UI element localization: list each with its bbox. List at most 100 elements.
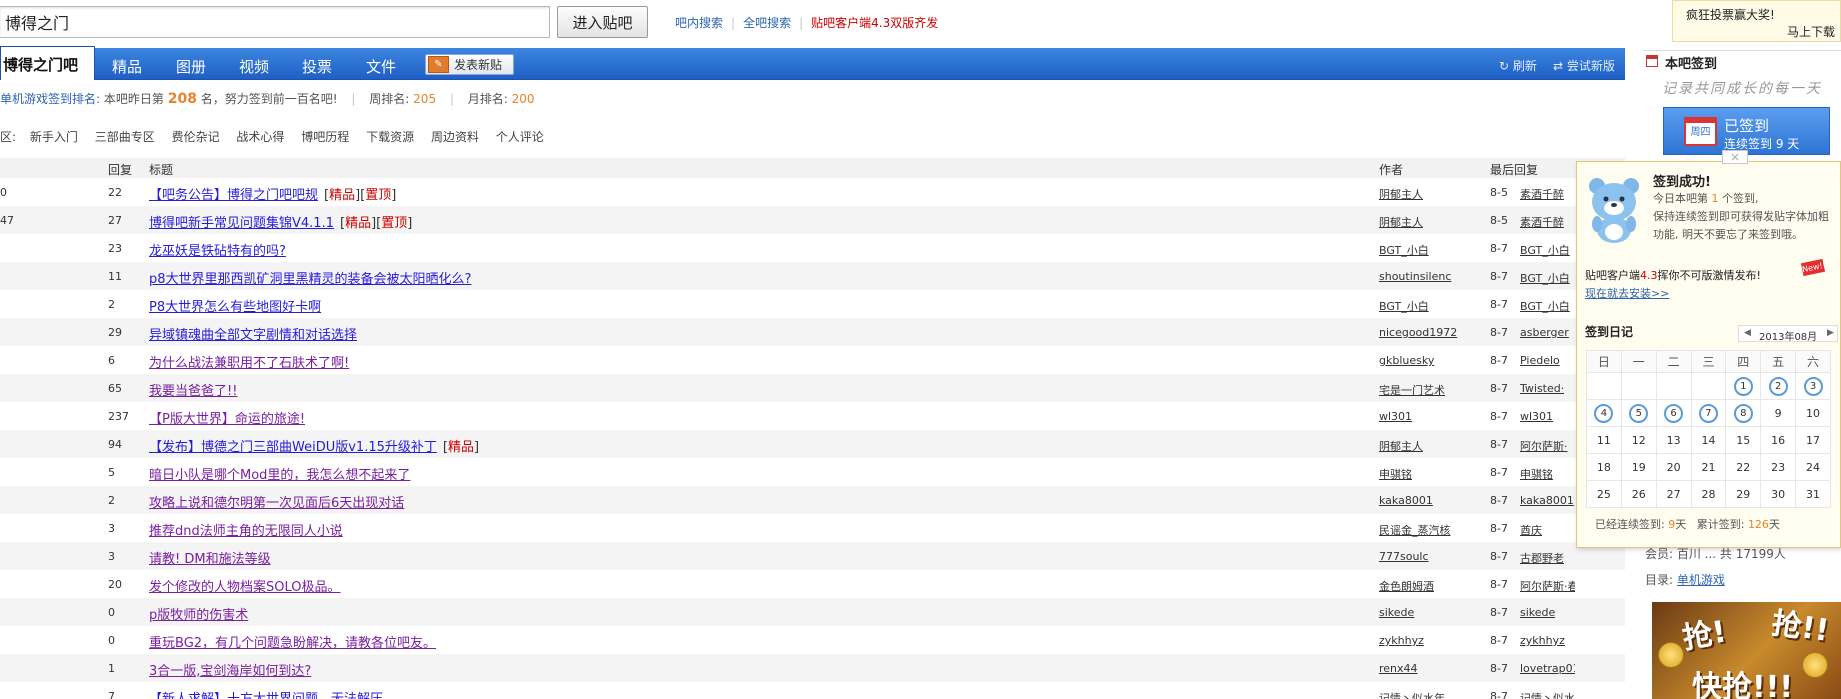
thread-title-link[interactable]: p版牧师的伤害术: [149, 608, 248, 623]
thread-tag[interactable]: 置顶: [381, 216, 407, 231]
thread-last-reply-link[interactable]: Twisted·: [1520, 382, 1564, 395]
thread-tag[interactable]: 精品: [345, 216, 371, 231]
thread-last-reply-link[interactable]: 酋庆: [1520, 522, 1542, 538]
category-line-link[interactable]: 单机游戏: [1677, 573, 1725, 587]
popup-close-button[interactable]: ×: [1722, 150, 1748, 164]
category-link[interactable]: 周边资料: [431, 130, 479, 144]
signed-day-marker: 2: [1768, 376, 1788, 396]
new-post-button[interactable]: ✎ 发表新贴: [425, 54, 514, 75]
thread-author-link[interactable]: 777soulc: [1379, 550, 1429, 563]
divider: |: [449, 92, 454, 106]
search-input[interactable]: [0, 6, 550, 38]
thread-title-link[interactable]: 【吧务公告】博得之门吧吧规: [149, 188, 318, 203]
tab-featured[interactable]: 精品: [112, 56, 142, 77]
refresh-button[interactable]: ↻ 刷新: [1499, 57, 1537, 74]
prev-month-icon[interactable]: ◀: [1744, 328, 1751, 338]
thread-author-link[interactable]: zykhhyz: [1379, 634, 1424, 647]
in-forum-search-link[interactable]: 吧内搜索: [675, 14, 723, 31]
thread-author-link[interactable]: BGT_小白: [1379, 298, 1429, 314]
thread-tag[interactable]: 置顶: [365, 188, 391, 203]
thread-last-reply-link[interactable]: kaka8001: [1520, 494, 1574, 507]
thread-last-reply-link[interactable]: 阿尔萨斯·: [1520, 438, 1568, 454]
table-row: 3 推荐dnd法师主角的无限同人小说 民谣金_蒸汽核 8-7 酋庆: [0, 514, 1625, 542]
thread-title-link[interactable]: 3合一版,宝剑海岸如何到达?: [149, 664, 311, 679]
thread-title-link[interactable]: 攻略上说和德尔明第一次见面后6天出现对话: [149, 496, 404, 511]
tab-videos[interactable]: 视频: [239, 56, 269, 77]
thread-tag[interactable]: 精品: [329, 188, 355, 203]
thread-title-link[interactable]: 暗日小队是哪个Mod里的，我怎么想不起来了: [149, 468, 410, 483]
thread-title-link[interactable]: 推荐dnd法师主角的无限同人小说: [149, 524, 343, 539]
thread-last-reply-link[interactable]: 申骐铭: [1520, 466, 1553, 482]
thread-author-link[interactable]: sikede: [1379, 606, 1414, 619]
thread-author-link[interactable]: 民谣金_蒸汽核: [1379, 522, 1451, 538]
promo-banner[interactable]: 抢! 抢!! 快抢!!!: [1652, 602, 1841, 699]
category-link[interactable]: 博吧历程: [301, 130, 349, 144]
thread-date: 8-7: [1490, 354, 1508, 367]
thread-author-link[interactable]: shoutinsilenc: [1379, 270, 1451, 283]
category-link[interactable]: 下载资源: [366, 130, 414, 144]
category-link[interactable]: 新手入门: [30, 130, 78, 144]
thread-last-reply-link[interactable]: 古郡野老: [1520, 550, 1564, 566]
client-download-link[interactable]: 贴吧客户端4.3双版齐发: [811, 14, 938, 31]
thread-last-reply-link[interactable]: 阿尔萨斯·春: [1520, 578, 1575, 594]
thread-author-link[interactable]: 宅是一门艺术: [1379, 382, 1445, 398]
signed-in-button[interactable]: 周四 已签到 连续签到 9 天: [1663, 107, 1830, 155]
all-forum-search-link[interactable]: 全吧搜索: [743, 14, 791, 31]
thread-author-link[interactable]: kaka8001: [1379, 494, 1433, 507]
thread-author-link[interactable]: 阴郁主人: [1379, 438, 1423, 454]
thread-title-link[interactable]: 重玩BG2，有几个问题急盼解决，请教各位吧友。: [149, 636, 436, 651]
thread-author-link[interactable]: wl301: [1379, 410, 1412, 423]
yesterday-rank: 208: [167, 91, 197, 107]
thread-tag[interactable]: 精品: [448, 440, 474, 455]
tab-votes[interactable]: 投票: [302, 56, 332, 77]
thread-author-link[interactable]: nicegood1972: [1379, 326, 1457, 339]
thread-title-link[interactable]: 我要当爸爸了!!: [149, 384, 237, 399]
tab-forum-home[interactable]: 博得之门吧: [0, 46, 95, 80]
thread-last-reply-link[interactable]: 素酒千醉: [1520, 214, 1564, 230]
thread-title-link[interactable]: 博得吧新手常见问题集锦V4.1.1: [149, 216, 334, 231]
thread-last-reply-link[interactable]: sikede: [1520, 606, 1555, 619]
tab-albums[interactable]: 图册: [176, 56, 206, 77]
category-link[interactable]: 费伦杂记: [172, 130, 220, 144]
thread-author-link[interactable]: 阴郁主人: [1379, 186, 1423, 202]
thread-last-reply-link[interactable]: lovetrap01: [1520, 662, 1575, 675]
thread-author-link[interactable]: BGT_小白: [1379, 242, 1429, 258]
thread-author-link[interactable]: gkbluesky: [1379, 354, 1434, 367]
thread-last-reply-link[interactable]: asberger: [1520, 326, 1569, 339]
install-now-link[interactable]: 现在就去安装>>: [1585, 285, 1669, 301]
category-link[interactable]: 战术心得: [236, 130, 284, 144]
thread-last-reply-link[interactable]: Piedelo: [1520, 354, 1560, 367]
thread-author-link[interactable]: renx44: [1379, 662, 1418, 675]
thread-title-link[interactable]: 异域镇魂曲全部文字剧情和对话选择: [149, 328, 357, 343]
thread-last-reply-link[interactable]: BGT_小白: [1520, 242, 1570, 258]
thread-title-link[interactable]: P8大世界怎么有些地图好卡啊: [149, 300, 321, 315]
thread-last-reply-link[interactable]: BGT_小白: [1520, 298, 1570, 314]
category-link[interactable]: 个人评论: [496, 130, 544, 144]
thread-last-reply-link[interactable]: 记情丶似水年: [1520, 690, 1575, 699]
category-links: 区: 新手入门 三部曲专区 费伦杂记 战术心得 博吧历程 下载资源 周边资料 个…: [0, 128, 557, 145]
thread-title-link[interactable]: p8大世界里那西凯矿洞里黑精灵的装备会被太阳晒化么?: [149, 272, 471, 287]
thread-title-link[interactable]: 发个修改的人物档案SOLO极品。: [149, 580, 341, 595]
thread-last-reply-link[interactable]: zykhhyz: [1520, 634, 1565, 647]
category-link[interactable]: 三部曲专区: [95, 130, 155, 144]
ad-download-link[interactable]: 马上下载: [1787, 23, 1835, 40]
enter-forum-button[interactable]: 进入贴吧: [557, 6, 648, 38]
top-ad-box[interactable]: 疯狂投票赢大奖! 马上下载: [1672, 0, 1841, 42]
tab-files[interactable]: 文件: [366, 56, 396, 77]
thread-title-link[interactable]: 为什么战法兼职用不了石肤术了啊!: [149, 356, 349, 371]
thread-last-reply-link[interactable]: 素酒千醉: [1520, 186, 1564, 202]
thread-title-link[interactable]: 请教! DM和施法等级: [149, 552, 271, 567]
thread-title-link[interactable]: 【P版大世界】命运的旅途!: [149, 412, 305, 427]
thread-author-link[interactable]: 金色朗姆酒: [1379, 578, 1434, 594]
thread-title-link[interactable]: 【新人求解】十方大世界问题。无法解压: [149, 692, 383, 699]
try-new-version-button[interactable]: ⇄ 尝试新版: [1553, 57, 1615, 74]
thread-last-reply-link[interactable]: wl301: [1520, 410, 1553, 423]
thread-author-link[interactable]: 记情丶似水年: [1379, 690, 1445, 699]
thread-author-link[interactable]: 申骐铭: [1379, 466, 1412, 482]
banner-text: 抢!!: [1769, 606, 1832, 649]
next-month-icon[interactable]: ▶: [1827, 328, 1834, 338]
thread-title-link[interactable]: 【发布】博德之门三部曲WeiDU版v1.15升级补丁: [149, 440, 437, 455]
thread-author-link[interactable]: 阴郁主人: [1379, 214, 1423, 230]
thread-title-link[interactable]: 龙巫妖是铁砧特有的吗?: [149, 244, 286, 259]
thread-last-reply-link[interactable]: BGT_小白: [1520, 270, 1570, 286]
